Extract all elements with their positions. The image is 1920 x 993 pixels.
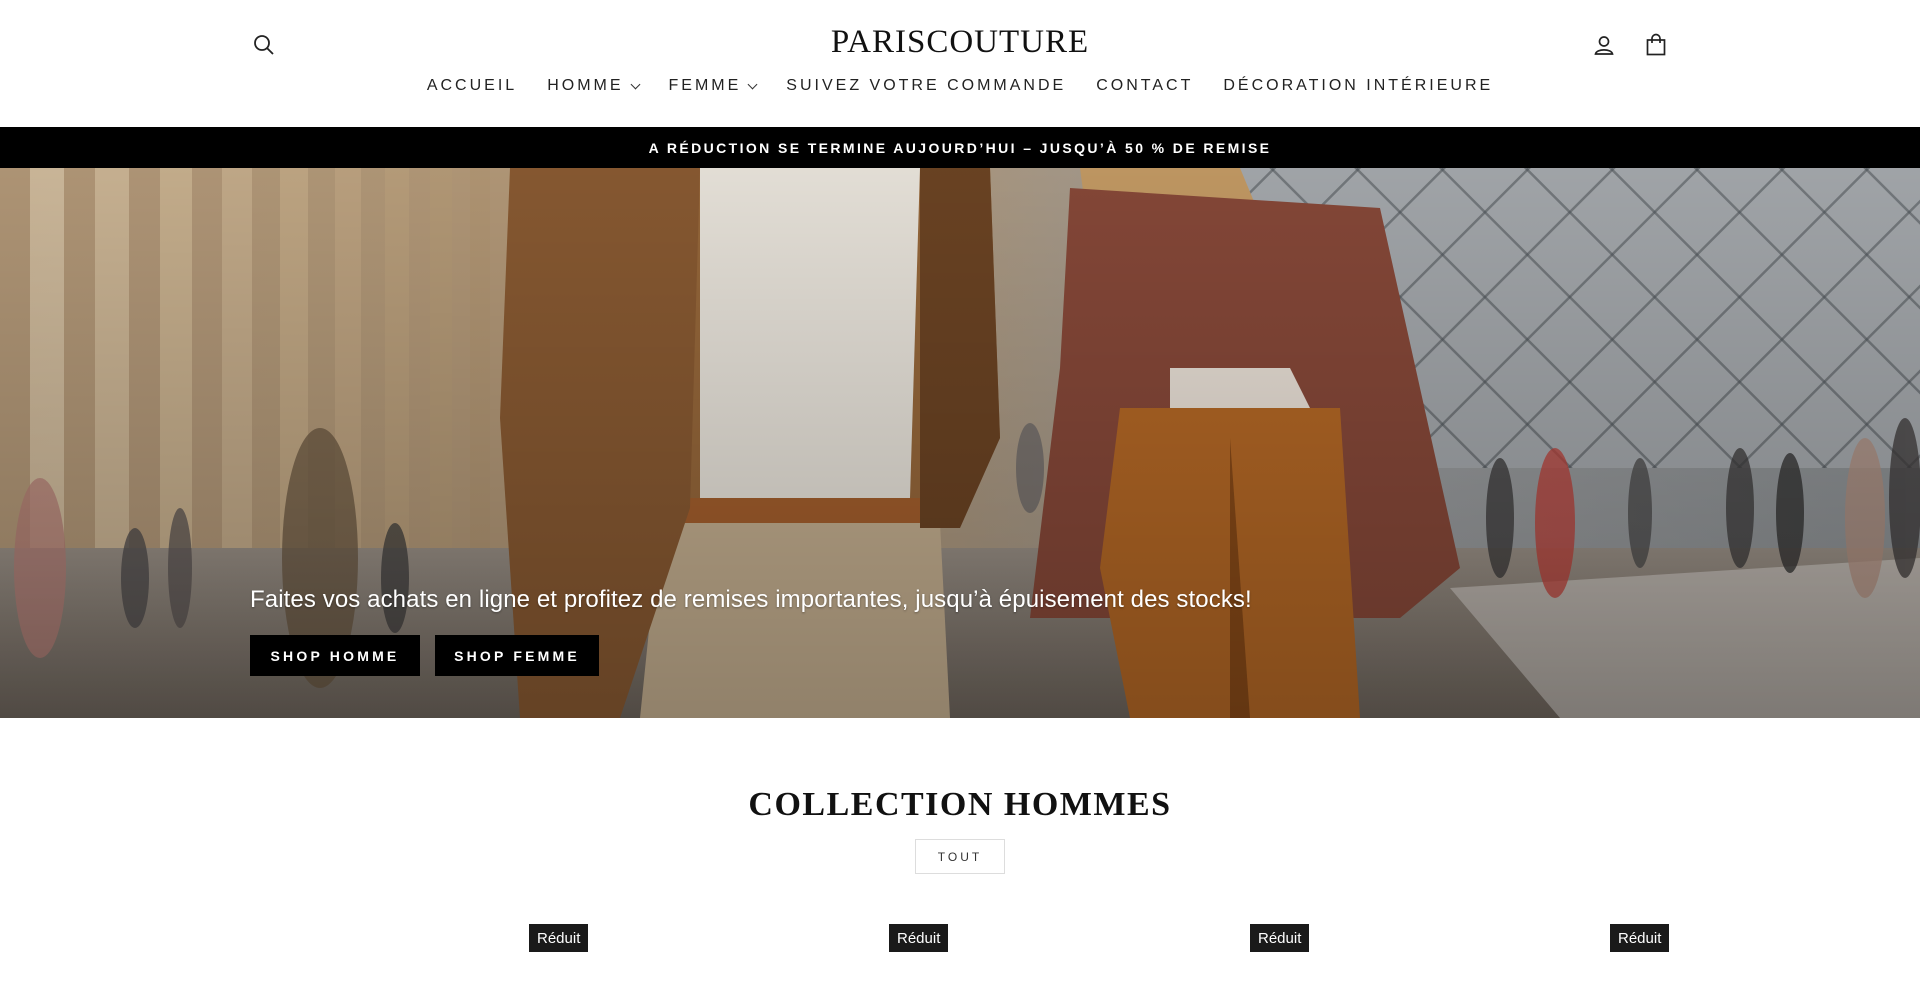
sale-badge: Réduit [529,924,589,952]
nav-item-label: ACCUEIL [426,77,518,94]
nav-item-label: DÉCORATION INTÉRIEURE [1223,77,1494,94]
sale-badge: Réduit [1610,924,1670,952]
shopping-bag-icon[interactable] [1640,29,1672,61]
chevron-down-icon [747,79,758,89]
hero-tagline: Faites vos achats en ligne et profitez d… [250,586,1252,613]
nav-item-label: CONTACT [1096,77,1194,94]
shop-homme-button[interactable]: SHOP HOMME [250,635,420,676]
nav-item-femme[interactable]: FEMME [668,77,758,95]
nav-item-accueil[interactable]: ACCUEIL [427,77,517,95]
nav-item-contact[interactable]: CONTACT [1096,77,1193,95]
site-logo: PARISCOUTURE [0,24,1920,61]
logo-text[interactable]: PARISCOUTURE [831,24,1089,60]
nav-item-decoration[interactable]: DÉCORATION INTÉRIEURE [1223,77,1493,95]
nav-item-label: HOMME [547,77,624,94]
nav-item-homme[interactable]: HOMME [547,77,640,95]
nav-item-label: FEMME [668,77,742,94]
hero-banner: Faites vos achats en ligne et profitez d… [0,168,1920,718]
announcement-text: A RÉDUCTION SE TERMINE AUJOURD’HUI – JUS… [648,139,1272,156]
filter-all-button[interactable]: TOUT [915,839,1005,874]
announcement-bar: A RÉDUCTION SE TERMINE AUJOURD’HUI – JUS… [0,127,1920,168]
chevron-down-icon [630,79,640,89]
nav-item-label: SUIVEZ VOTRE COMMANDE [786,77,1067,94]
user-icon[interactable] [1588,29,1620,61]
site-header: PARISCOUTURE ACCUEIL HOMME FEMME SUIVEZ … [0,0,1920,127]
nav-item-suivez-commande[interactable]: SUIVEZ VOTRE COMMANDE [786,77,1066,95]
collection-title: COLLECTION HOMMES [748,786,1172,823]
search-icon[interactable] [248,29,280,61]
shop-femme-button[interactable]: SHOP FEMME [435,635,599,676]
main-nav: ACCUEIL HOMME FEMME SUIVEZ VOTRE COMMAND… [0,77,1920,95]
sale-badge: Réduit [1250,924,1310,952]
sale-badge: Réduit [889,924,949,952]
